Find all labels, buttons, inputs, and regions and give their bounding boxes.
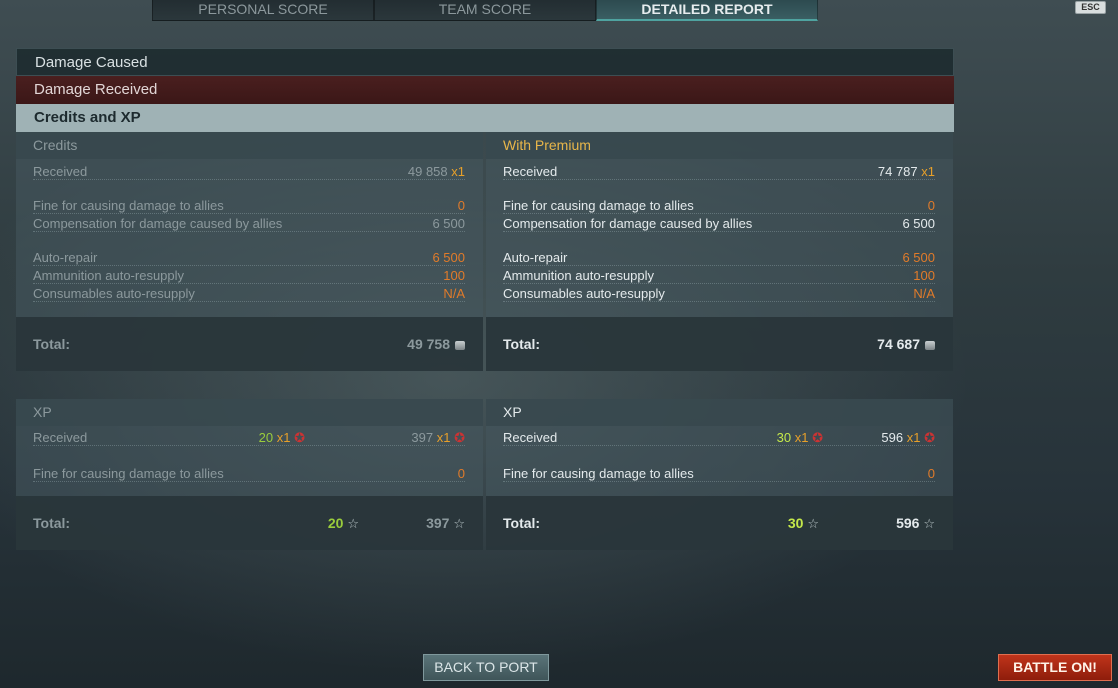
credits-received-mult: x1 [451,164,465,179]
xp-received-b-mult: x1 [436,430,451,445]
total-value: 74 687 [877,336,920,352]
xp-star-icon: ☆ [453,516,465,531]
fine-value: 0 [457,466,465,481]
consumables-value: N/A [443,286,465,301]
credits-premium-panel: With Premium Received 74 787 x1 Fine for… [486,132,953,371]
xp-received-a: 20 [258,430,274,445]
xp-star-icon: ✪ [454,430,465,445]
credit-coin-icon [455,341,465,350]
xp-received-b: 596 [881,430,904,445]
tab-personal-score[interactable]: PERSONAL SCORE [152,0,374,21]
total-value: 49 758 [407,336,450,352]
xp-received-a-mult: x1 [276,430,291,445]
compensation-label: Compensation for damage caused by allies [503,216,753,231]
xp-received-b-mult: x1 [906,430,921,445]
elite-xp-star-icon: ☆ [807,516,819,531]
xp-received-a: 30 [776,430,792,445]
credits-received-mult: x1 [921,164,935,179]
xp-standard-total: Total: 20 ☆ 397 ☆ [16,496,483,550]
total-label: Total: [33,515,71,531]
ammo-resupply-label: Ammunition auto-resupply [503,268,655,283]
credits-premium-received-row: Received 74 787 x1 [503,163,935,180]
elite-xp-star-icon: ✪ [294,430,305,445]
xp-premium-title: XP [486,399,953,426]
fine-label: Fine for causing damage to allies [33,198,224,213]
credit-coin-icon [925,341,935,350]
xp-star-icon: ✪ [924,430,935,445]
credits-premium-comp-row: Compensation for damage caused by allies… [503,215,935,232]
xp-premium-fine-row: Fine for causing damage to allies 0 [503,465,935,482]
xp-received-label: Received [33,430,88,445]
credits-standard-fine-row: Fine for causing damage to allies 0 [33,197,465,214]
xp-received-a-mult: x1 [794,430,809,445]
xp-total-a: 30 [787,515,804,531]
credits-received-label: Received [503,164,558,179]
xp-total-b: 397 [426,515,450,531]
credits-standard-ammo-row: Ammunition auto-resupply 100 [33,267,465,284]
credits-received-value: 74 787 [877,164,918,179]
credits-premium-title: With Premium [486,132,953,159]
compensation-value: 6 500 [902,216,935,231]
total-label: Total: [33,336,71,352]
fine-label: Fine for causing damage to allies [33,466,224,481]
report-tabs: PERSONAL SCORE TEAM SCORE DETAILED REPOR… [152,0,820,21]
xp-standard-received-row: Received 20 x1 ✪ 397 x1 ✪ [33,429,465,446]
credits-standard-panel: Credits Received 49 858 x1 Fine for caus… [16,132,483,371]
ammo-resupply-value: 100 [443,268,465,283]
credits-premium-fine-row: Fine for causing damage to allies 0 [503,197,935,214]
credits-standard-repair-row: Auto-repair 6 500 [33,249,465,266]
xp-received-label: Received [503,430,558,445]
credits-standard-consum-row: Consumables auto-resupply N/A [33,285,465,302]
credits-premium-ammo-row: Ammunition auto-resupply 100 [503,267,935,284]
elite-xp-star-icon: ☆ [347,516,359,531]
xp-standard-title: XP [16,399,483,426]
tab-detailed-report[interactable]: DETAILED REPORT [596,0,818,21]
credits-standard-total: Total: 49 758 [16,317,483,371]
auto-repair-label: Auto-repair [503,250,568,265]
auto-repair-value: 6 500 [902,250,935,265]
battle-on-button[interactable]: BATTLE ON! [998,654,1112,681]
consumables-label: Consumables auto-resupply [33,286,195,301]
section-damage-caused[interactable]: Damage Caused [16,48,954,76]
fine-value: 0 [927,198,935,213]
xp-premium-total: Total: 30 ☆ 596 ☆ [486,496,953,550]
credits-standard-title: Credits [16,132,483,159]
xp-received-b: 397 [411,430,434,445]
compensation-label: Compensation for damage caused by allies [33,216,283,231]
xp-total-a: 20 [327,515,344,531]
back-to-port-button[interactable]: BACK TO PORT [423,654,549,681]
credits-received-value: 49 858 [407,164,448,179]
total-label: Total: [503,515,541,531]
consumables-value: N/A [913,286,935,301]
xp-star-icon: ☆ [923,516,935,531]
credits-premium-total: Total: 74 687 [486,317,953,371]
ammo-resupply-label: Ammunition auto-resupply [33,268,185,283]
credits-received-label: Received [33,164,88,179]
xp-total-b: 596 [896,515,920,531]
fine-value: 0 [927,466,935,481]
fine-value: 0 [457,198,465,213]
credits-premium-consum-row: Consumables auto-resupply N/A [503,285,935,302]
section-damage-received[interactable]: Damage Received [16,76,954,104]
esc-button[interactable]: ESC [1075,1,1106,14]
auto-repair-label: Auto-repair [33,250,98,265]
fine-label: Fine for causing damage to allies [503,466,694,481]
credits-standard-comp-row: Compensation for damage caused by allies… [33,215,465,232]
section-credits-xp[interactable]: Credits and XP [16,104,954,132]
auto-repair-value: 6 500 [432,250,465,265]
ammo-resupply-value: 100 [913,268,935,283]
total-label: Total: [503,336,541,352]
tab-team-score[interactable]: TEAM SCORE [374,0,596,21]
compensation-value: 6 500 [432,216,465,231]
xp-premium-panel: XP Received 30 x1 ✪ 596 x1 ✪ Fine for ca… [486,399,953,550]
credits-standard-received-row: Received 49 858 x1 [33,163,465,180]
fine-label: Fine for causing damage to allies [503,198,694,213]
xp-premium-received-row: Received 30 x1 ✪ 596 x1 ✪ [503,429,935,446]
xp-standard-fine-row: Fine for causing damage to allies 0 [33,465,465,482]
xp-standard-panel: XP Received 20 x1 ✪ 397 x1 ✪ Fine for ca… [16,399,483,550]
elite-xp-star-icon: ✪ [812,430,823,445]
credits-premium-repair-row: Auto-repair 6 500 [503,249,935,266]
consumables-label: Consumables auto-resupply [503,286,665,301]
